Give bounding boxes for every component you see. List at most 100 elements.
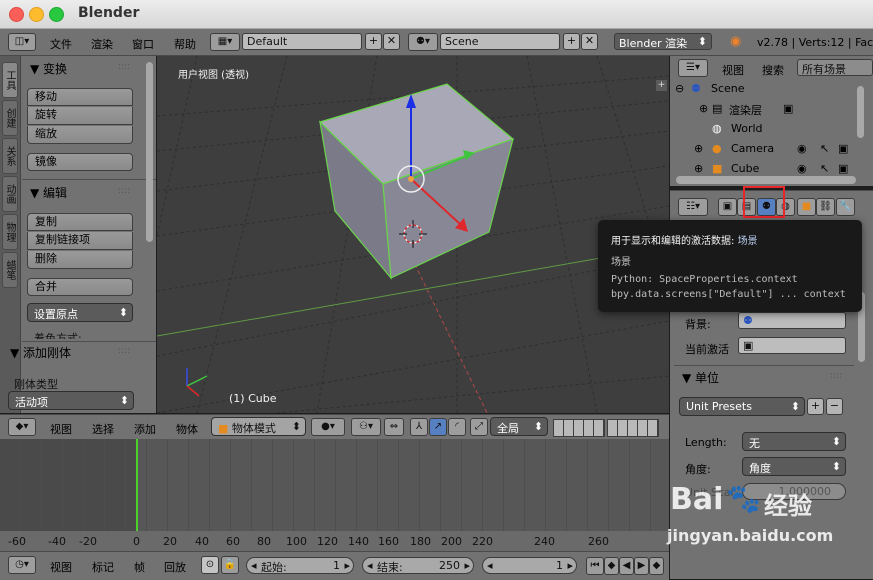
- expand-icon[interactable]: ⊕: [694, 142, 703, 155]
- join-button[interactable]: 合并: [27, 278, 133, 296]
- tab-grease-pencil[interactable]: 蜡笔: [2, 252, 18, 288]
- add-scene-button[interactable]: +: [563, 33, 580, 50]
- angle-unit-dropdown[interactable]: 角度 ⬍: [742, 457, 846, 476]
- menu-marker[interactable]: 标记: [92, 559, 114, 575]
- remove-scene-button[interactable]: ✕: [581, 33, 598, 50]
- jump-start-icon[interactable]: ⏮: [586, 557, 604, 575]
- translate-manipulator-icon[interactable]: ↗: [429, 418, 447, 436]
- current-frame-field[interactable]: ◂ 1 ▸: [482, 557, 577, 574]
- menu-frame[interactable]: 帧: [134, 559, 145, 575]
- editor-type-button[interactable]: ◷▾: [8, 556, 36, 574]
- visibility-eye-icon[interactable]: ◉: [797, 162, 807, 175]
- unit-presets-dropdown[interactable]: Unit Presets ⬍: [679, 397, 805, 416]
- drag-grip-icon[interactable]: ::::: [830, 371, 842, 381]
- outliner-h-scrollbar[interactable]: [676, 176, 856, 184]
- transform-panel-header[interactable]: ▼ 变换: [30, 60, 67, 77]
- close-window-button[interactable]: [9, 7, 24, 22]
- translate-button[interactable]: 移动: [27, 88, 133, 106]
- increment-arrow-icon[interactable]: ▸: [344, 559, 350, 572]
- decrement-arrow-icon[interactable]: ◂: [251, 559, 257, 572]
- expand-icon[interactable]: ⊕: [699, 102, 708, 115]
- menu-view[interactable]: 视图: [50, 559, 72, 575]
- menu-view[interactable]: 视图: [50, 421, 72, 437]
- menu-window[interactable]: 窗口: [132, 36, 154, 52]
- decrement-arrow-icon[interactable]: ◂: [487, 559, 493, 572]
- outliner-item-camera[interactable]: ⊕ ● Camera ◉ ↖ ▣: [670, 142, 860, 162]
- render-tab-icon[interactable]: ▣: [718, 198, 737, 216]
- tab-relations[interactable]: 关系: [2, 138, 18, 174]
- collapse-icon[interactable]: ⊖: [675, 82, 684, 95]
- scene-field[interactable]: Scene: [440, 33, 560, 50]
- timeline-editor[interactable]: -60 -40 -20 0 20 40 60 80 100 120 140 16…: [0, 439, 669, 551]
- decrement-arrow-icon[interactable]: ◂: [367, 559, 373, 572]
- add-preset-button[interactable]: +: [807, 398, 824, 415]
- drag-grip-icon[interactable]: ::::: [118, 346, 130, 356]
- manipulator-toggle-icon[interactable]: ⇔: [384, 418, 404, 436]
- menu-playback[interactable]: 回放: [164, 559, 186, 575]
- lock-icon[interactable]: 🔒: [221, 556, 239, 574]
- 3d-viewport[interactable]: 用户视图 (透视) (1) Cube +: [157, 56, 669, 413]
- interaction-mode-dropdown[interactable]: ■ 物体模式 ⬍: [211, 417, 306, 436]
- menu-file[interactable]: 文件: [50, 36, 72, 52]
- units-panel-header[interactable]: ▼ 单位: [682, 369, 719, 386]
- visibility-eye-icon[interactable]: ◉: [797, 142, 807, 155]
- render-engine-select[interactable]: Blender 渲染 ⬍: [614, 33, 712, 50]
- viewport-shading-button[interactable]: ●▾: [311, 418, 345, 436]
- renderable-camera-icon[interactable]: ▣: [838, 142, 848, 155]
- rotate-manipulator-icon[interactable]: ◜: [448, 418, 466, 436]
- modifiers-tab-icon[interactable]: 🔧: [836, 198, 855, 216]
- auto-keyframe-icon[interactable]: ⊙: [201, 556, 219, 574]
- pivot-point-button[interactable]: ⚇▾: [351, 418, 381, 436]
- play-icon[interactable]: ▶: [634, 557, 649, 575]
- object-tab-icon[interactable]: ■: [797, 198, 816, 216]
- active-clip-field[interactable]: ▣: [738, 337, 846, 354]
- remove-screen-button[interactable]: ✕: [383, 33, 400, 50]
- minimize-window-button[interactable]: [29, 7, 44, 22]
- editor-type-button[interactable]: ☰▾: [678, 59, 708, 77]
- menu-select[interactable]: 选择: [92, 421, 114, 437]
- expand-icon[interactable]: ⊕: [694, 162, 703, 175]
- tab-physics[interactable]: 物理: [2, 214, 18, 250]
- menu-add[interactable]: 添加: [134, 421, 156, 437]
- next-keyframe-icon[interactable]: ◆: [649, 557, 664, 575]
- duplicate-button[interactable]: 复制: [27, 213, 133, 231]
- outliner-item-cube[interactable]: ⊕ ■ Cube ◉ ↖ ▣: [670, 162, 860, 176]
- selectable-cursor-icon[interactable]: ↖: [820, 142, 829, 155]
- delete-button[interactable]: 删除: [27, 251, 133, 269]
- outliner-item-scene[interactable]: ⊖ ⚉ Scene: [670, 82, 860, 102]
- menu-search[interactable]: 搜索: [762, 62, 784, 78]
- layer-buttons-1[interactable]: [553, 419, 605, 437]
- outliner-item-world[interactable]: ◍ World: [670, 122, 860, 142]
- rigid-body-panel-header[interactable]: ▼ 添加刚体: [10, 344, 71, 361]
- editor-type-button[interactable]: ☷▾: [678, 198, 708, 216]
- screen-layout-field[interactable]: Default: [242, 33, 362, 50]
- transform-orientation-dropdown[interactable]: 全局 ⬍: [490, 417, 548, 436]
- scale-manipulator-icon[interactable]: ⤢: [470, 418, 488, 436]
- scale-button[interactable]: 缩放: [27, 126, 133, 144]
- drag-grip-icon[interactable]: ::::: [118, 62, 130, 72]
- editor-type-button[interactable]: ◆▾: [8, 418, 36, 436]
- edit-panel-header[interactable]: ▼ 编辑: [30, 184, 67, 201]
- set-origin-dropdown[interactable]: 设置原点 ⬍: [27, 303, 133, 322]
- maximize-window-button[interactable]: [49, 7, 64, 22]
- layer-buttons-2[interactable]: [607, 419, 659, 437]
- tab-animation[interactable]: 动画: [2, 176, 18, 212]
- tab-tools[interactable]: 工具: [2, 62, 18, 98]
- menu-view[interactable]: 视图: [722, 62, 744, 78]
- play-reverse-icon[interactable]: ◀: [619, 557, 634, 575]
- manipulator-axes-icon[interactable]: ⅄: [410, 418, 428, 436]
- increment-arrow-icon[interactable]: ▸: [567, 559, 573, 572]
- editor-type-button[interactable]: ◫▾: [8, 33, 36, 51]
- outliner-item-render-layers[interactable]: ⊕ ▤ 渲染层 ▣: [670, 102, 860, 122]
- duplicate-linked-button[interactable]: 复制链接项: [27, 232, 133, 250]
- end-frame-field[interactable]: ◂ 结束: 250 ▸: [362, 557, 474, 574]
- menu-object[interactable]: 物体: [176, 421, 198, 437]
- screen-layout-icon[interactable]: ▦▾: [210, 33, 240, 51]
- display-filter-dropdown[interactable]: 所有场景: [797, 59, 873, 76]
- drag-grip-icon[interactable]: ::::: [118, 186, 130, 196]
- rigid-body-type-dropdown[interactable]: 活动项 ⬍: [8, 391, 134, 410]
- increment-arrow-icon[interactable]: ▸: [464, 559, 470, 572]
- rotate-button[interactable]: 旋转: [27, 107, 133, 125]
- tab-create[interactable]: 创建: [2, 100, 18, 136]
- mirror-button[interactable]: 镜像: [27, 153, 133, 171]
